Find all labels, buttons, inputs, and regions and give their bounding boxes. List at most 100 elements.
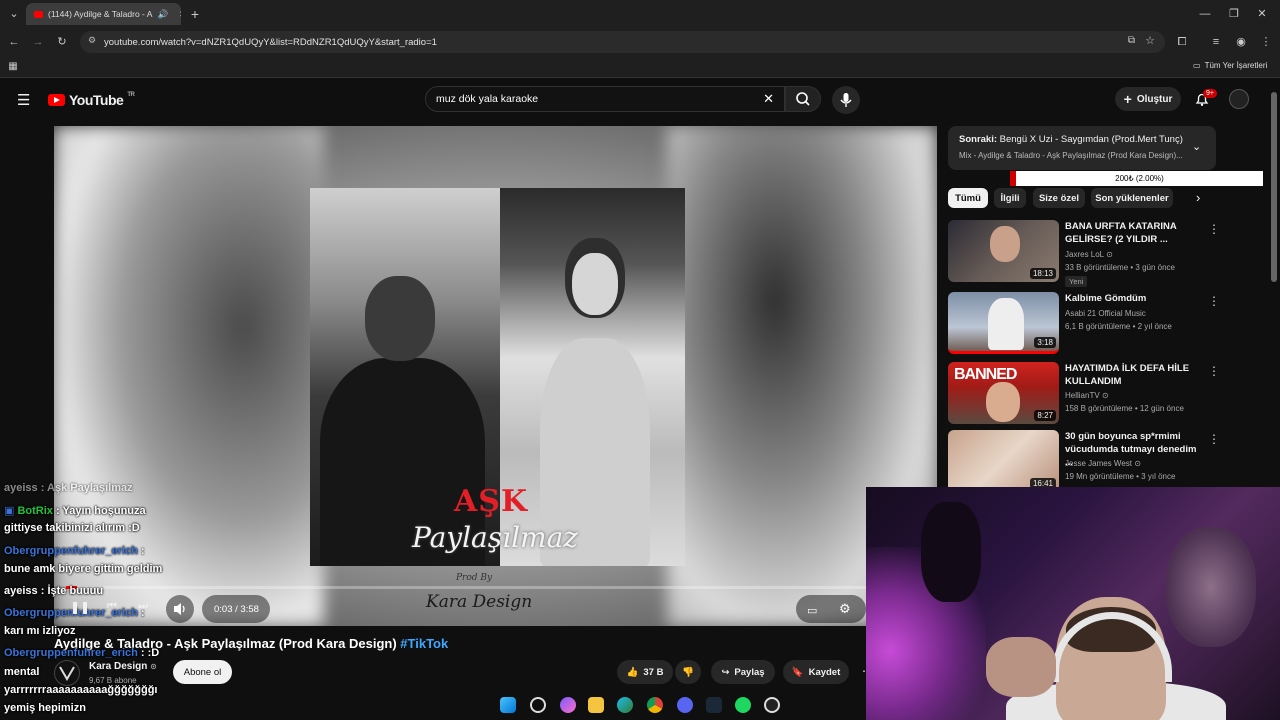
search-button[interactable] [785,86,821,112]
all-bookmarks[interactable]: ▭ Tüm Yer İşaretleri [1193,61,1267,70]
save-button[interactable]: 🔖 Kaydet [783,660,849,684]
more-options-icon[interactable]: ⋮ [1208,294,1220,308]
verified-icon: ⊙ [1134,459,1141,468]
discord-icon[interactable] [677,697,693,713]
recommendation-item[interactable]: BANNED 8:27 HAYATIMDA İLK DEFA HİLE KULL… [948,362,1238,426]
more-options-icon[interactable]: ⋮ [1208,222,1220,236]
folder-icon: ▭ [1193,61,1201,70]
browser-tabstrip: ⌄ (1144) Aydilge & Taladro - A 🔊 ✕ + — ❐… [0,0,1280,28]
site-info-icon[interactable]: ⚙ [88,35,96,46]
playlist-mix-title: Mix - Aydilge & Taladro - Aşk Paylaşılma… [959,151,1183,160]
file-explorer-icon[interactable] [588,697,604,713]
bookmark-star-icon[interactable]: ☆ [1145,34,1155,47]
video-title[interactable]: BANA URFTA KATARINA GELİRSE? (2 YILDIR .… [1065,220,1205,246]
restore-icon[interactable]: ❐ [1224,4,1244,24]
verified-icon: ⊙ [1101,391,1109,400]
menu-icon[interactable]: ⋮ [1256,32,1276,52]
video-thumbnail[interactable]: 18:13 [948,220,1059,282]
plus-icon: + [1123,91,1132,107]
voice-search-button[interactable] [832,86,860,114]
new-tab-icon[interactable]: + [185,4,205,24]
speaker-icon[interactable]: 🔊 [157,9,168,20]
channel-name[interactable]: Asabi 21 Official Music [1065,309,1146,318]
chip-recent[interactable]: Son yüklenenler [1091,188,1173,208]
thumbs-down-icon: 👎 [682,666,694,678]
video-thumbnail[interactable]: BANNED 8:27 [948,362,1059,424]
video-title[interactable]: Kalbime Gömdüm [1065,292,1205,305]
recommendation-item[interactable]: 16:41 30 gün boyunca sp*rmimi vücudumda … [948,430,1238,494]
share-button[interactable]: ↪ Paylaş [711,660,775,684]
recommendation-item[interactable]: 3:18 Kalbime Gömdüm Asabi 21 Official Mu… [948,292,1238,356]
bookmarks-bar: ▦ ▭ Tüm Yer İşaretleri [0,56,1280,78]
video-hashtag[interactable]: #TikTok [400,636,448,651]
search-icon[interactable] [530,697,546,713]
forward-icon[interactable]: → [28,32,48,52]
browser-tab[interactable]: (1144) Aydilge & Taladro - A 🔊 ✕ [26,3,181,25]
video-thumbnail[interactable]: 16:41 [948,430,1059,492]
chevron-right-icon[interactable]: › [1196,190,1200,205]
apps-icon[interactable]: ▦ [3,57,23,77]
channel-name[interactable]: Jesse James West ⊙ [1065,459,1141,468]
pause-icon[interactable]: ❚❚ [70,600,90,614]
channel-name[interactable]: Jaxres LoL ⊙ [1065,250,1113,259]
windows-start-icon[interactable] [500,697,516,713]
channel-avatar[interactable] [54,660,80,686]
steam-icon[interactable] [706,697,722,713]
channel-name[interactable]: Kara Design ⊙ [89,661,157,672]
more-options-icon[interactable]: ⋮ [1208,364,1220,378]
profile-icon[interactable]: ◉ [1231,32,1251,52]
chat-line: karı mı izliyoz [4,625,76,637]
recommendation-item[interactable]: 18:13 BANA URFTA KATARINA GELİRSE? (2 YI… [948,220,1238,287]
spotify-icon[interactable] [735,697,751,713]
copilot-icon[interactable] [560,697,576,713]
back-icon[interactable]: ← [4,32,24,52]
tab-list-icon[interactable]: ⌄ [4,4,24,24]
like-count: 37 B [643,666,664,678]
hamburger-menu-icon[interactable]: ☰ [17,91,30,109]
clear-search-icon[interactable]: ✕ [763,91,774,107]
channel-logo-icon [59,666,75,681]
create-button[interactable]: + Oluştur [1115,87,1181,111]
address-bar[interactable]: ⚙ youtube.com/watch?v=dNZR1QdUQyY&list=R… [80,31,1165,53]
thumbs-up-icon: 👍 [626,666,639,678]
poster-prod-label: Prod By [456,573,493,583]
chrome-icon[interactable] [647,697,663,713]
reload-icon[interactable]: ↻ [52,32,72,52]
up-next-panel[interactable]: Sonraki: Bengü X Uzi - Saygımdan (Prod.M… [948,126,1216,170]
chip-for-you[interactable]: Size özel [1033,188,1085,208]
video-player[interactable]: AŞK Paylaşılmaz Prod By Kara Design 0:03… [54,126,937,626]
volume-button[interactable] [166,595,194,623]
video-thumbnail[interactable]: 3:18 [948,292,1059,354]
like-button[interactable]: 👍 37 B [617,660,673,684]
extensions-icon[interactable]: ⧠ [1172,32,1192,52]
youtube-logo[interactable]: YouTube TR [48,92,135,108]
window-close-icon[interactable]: ✕ [1252,4,1272,24]
donation-goal-bar: 200₺ (2.00%) [1010,171,1263,186]
subscribe-button[interactable]: Abone ol [173,660,232,684]
chevron-down-icon[interactable]: ⌄ [1192,140,1201,153]
minimize-icon[interactable]: — [1195,4,1215,24]
account-avatar[interactable] [1229,89,1249,109]
browser-toolbar: ← → ↻ ⚙ youtube.com/watch?v=dNZR1QdUQyY&… [0,28,1280,56]
channel-name[interactable]: HellianTV ⊙ [1065,391,1109,400]
progress-bar[interactable] [66,586,926,589]
install-icon[interactable]: ⧉ [1128,35,1135,46]
chip-related[interactable]: İlgili [994,188,1026,208]
dislike-button[interactable]: 👎 [675,660,701,684]
more-options-icon[interactable]: ⋮ [1208,432,1220,446]
tab-close-icon[interactable]: ✕ [179,9,181,20]
chip-all[interactable]: Tümü [948,188,988,208]
edge-icon[interactable] [617,697,633,713]
settings-gear-icon[interactable]: ⚙ [839,599,851,619]
next-icon[interactable]: ⏭ [138,600,148,613]
video-duration: 8:27 [1034,410,1056,421]
media-icon[interactable]: ≡ [1206,32,1226,52]
subtitles-icon[interactable]: ▭ [807,600,817,620]
bookmark-icon: 🔖 [791,666,804,678]
page-scrollbar[interactable] [1271,92,1277,282]
time-display: 0:03 / 3:58 [214,603,259,615]
search-input[interactable]: muz dök yala karaoke ✕ [425,86,785,112]
video-title[interactable]: HAYATIMDA İLK DEFA HİLE KULLANDIM [1065,362,1205,388]
previous-icon[interactable]: ⏮ [107,600,117,613]
obs-icon[interactable] [764,697,780,713]
